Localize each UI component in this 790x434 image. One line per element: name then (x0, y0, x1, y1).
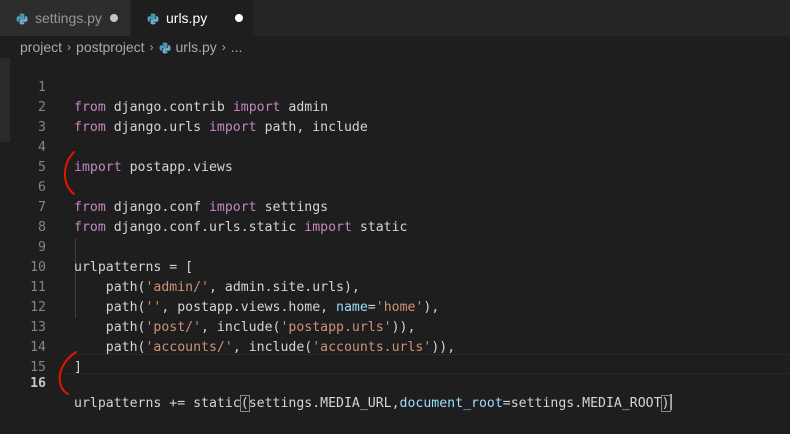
red-annotation-marks (58, 151, 77, 395)
annotation-bracket-top (63, 151, 75, 195)
annotation-bracket-bottom (58, 351, 77, 395)
